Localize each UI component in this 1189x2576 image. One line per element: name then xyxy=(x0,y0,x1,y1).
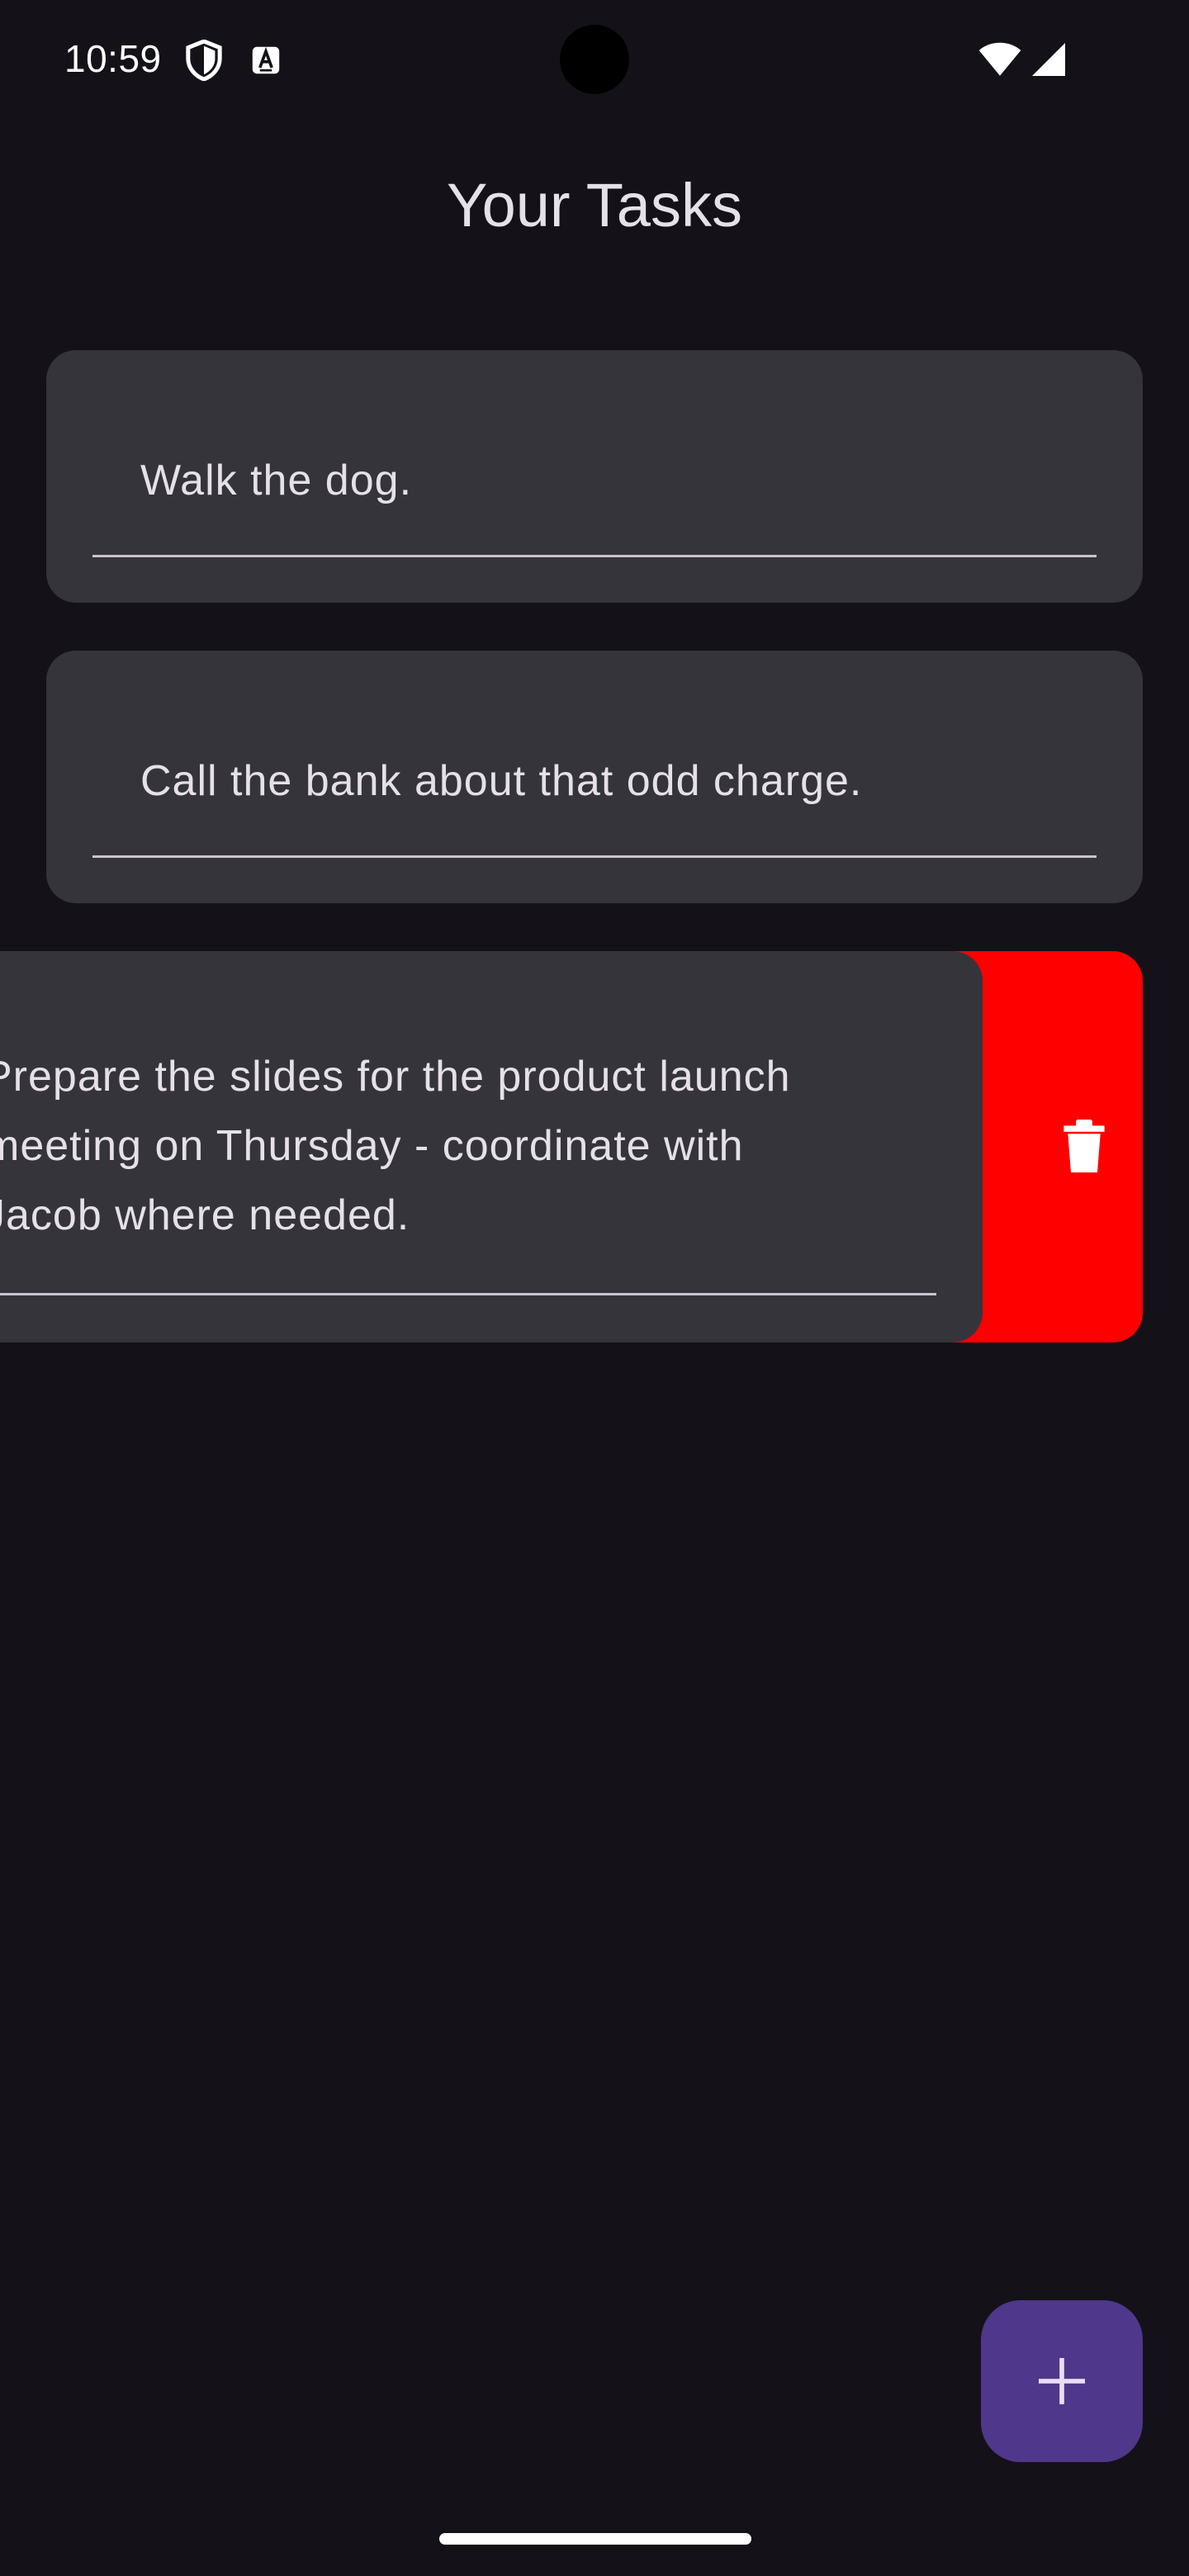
page-title: Your Tasks xyxy=(447,171,742,239)
a-badge-icon xyxy=(252,46,280,74)
plus-icon xyxy=(1039,2358,1085,2404)
shield-icon xyxy=(186,40,222,81)
task-card[interactable]: Call the bank about that odd charge. xyxy=(46,651,1143,903)
gesture-navigation-bar[interactable] xyxy=(439,2533,751,2545)
signal-icon xyxy=(1032,43,1065,76)
task-text[interactable]: Call the bank about that odd charge. xyxy=(140,746,862,816)
task-input-underline xyxy=(0,1293,936,1295)
task-text[interactable]: Walk the dog. xyxy=(140,446,412,515)
task-text[interactable]: Prepare the slides for the product launc… xyxy=(0,1042,908,1250)
status-time: 10:59 xyxy=(64,37,162,80)
trash-icon[interactable] xyxy=(1063,1120,1105,1172)
add-task-button[interactable] xyxy=(981,2300,1143,2462)
task-input-underline xyxy=(92,855,1097,858)
task-input-underline xyxy=(92,555,1097,557)
wifi-icon xyxy=(978,42,1021,76)
task-card[interactable]: Walk the dog. xyxy=(46,350,1143,603)
camera-cutout xyxy=(560,25,629,94)
task-list-screen: 10:59 Your Tasks Walk the dog. Call the … xyxy=(0,0,1189,2576)
status-bar: 10:59 xyxy=(0,0,1189,119)
